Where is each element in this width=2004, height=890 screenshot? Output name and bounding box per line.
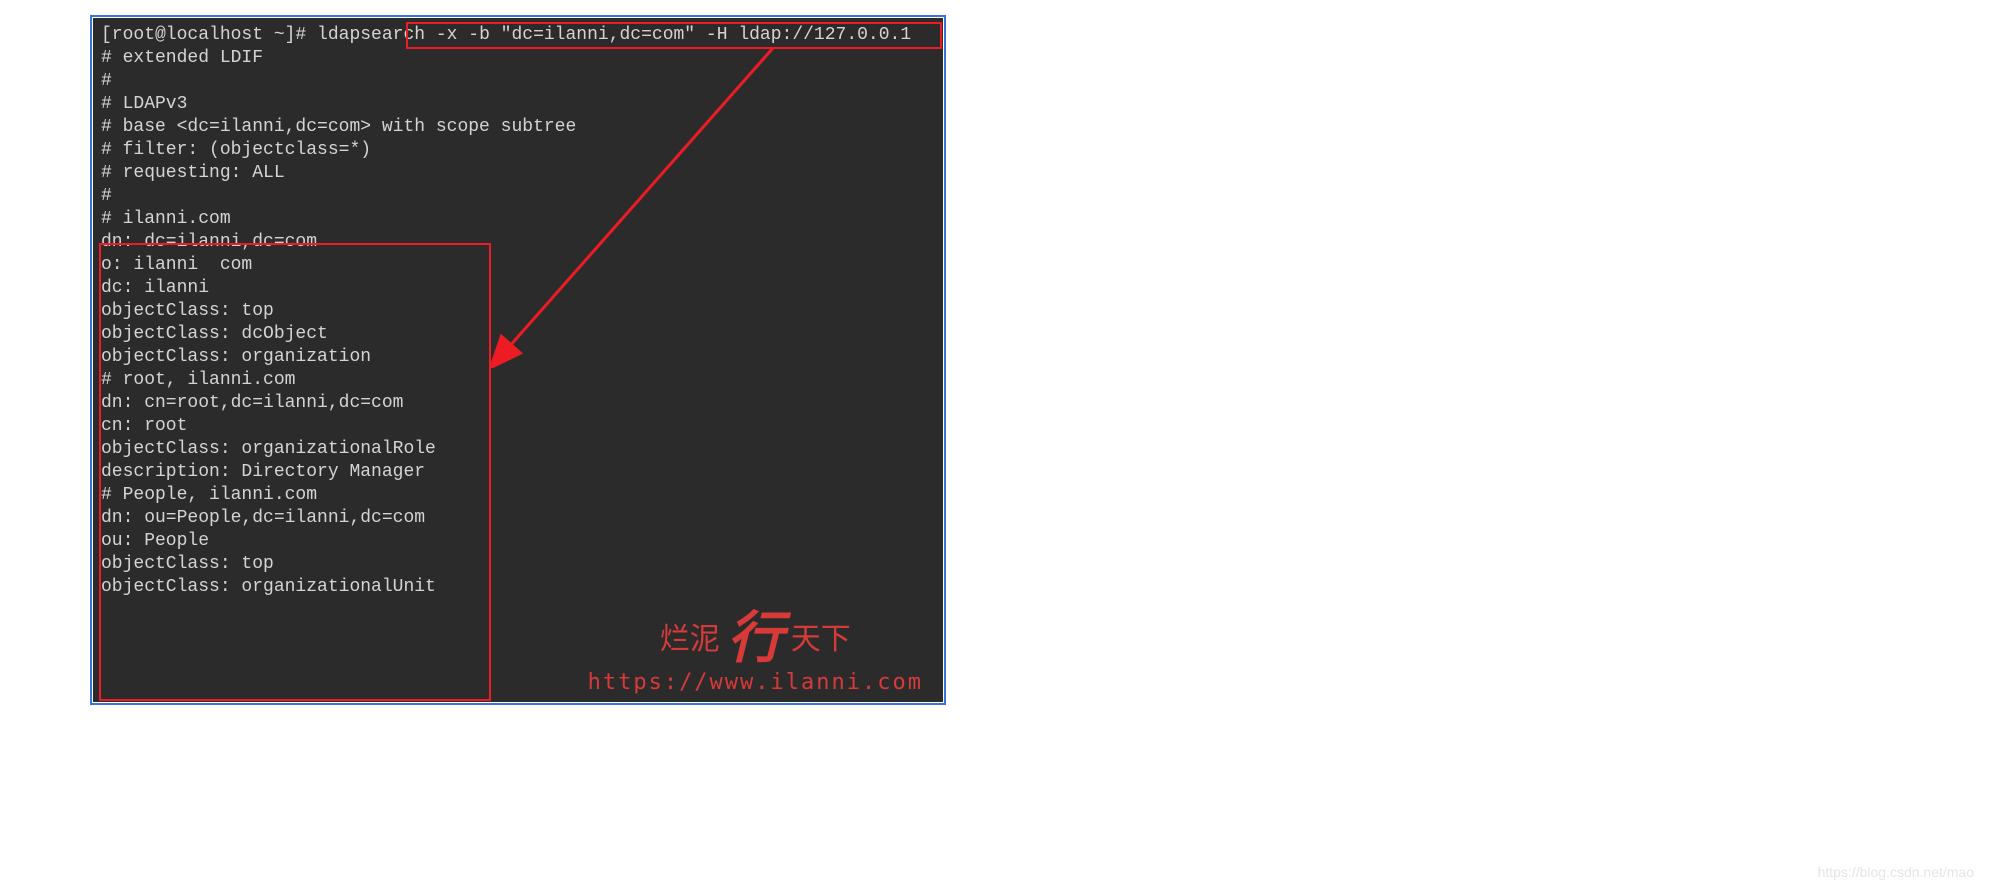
prompt-line: [root@localhost ~]# ldapsearch -x -b "dc… — [101, 24, 935, 47]
watermark-text-left: 烂泥 — [660, 623, 720, 656]
terminal-window: [root@localhost ~]# ldapsearch -x -b "dc… — [90, 15, 946, 705]
ldif-result-line-16: ou: People — [101, 530, 935, 553]
ldif-result-line-8: # root, ilanni.com — [101, 369, 935, 392]
ldif-result-line-2: o: ilanni com — [101, 254, 935, 277]
ldif-header-line-1: # — [101, 70, 935, 93]
ldif-result-line-9: dn: cn=root,dc=ilanni,dc=com — [101, 392, 935, 415]
ldif-result-line-5: objectClass: dcObject — [101, 323, 935, 346]
ldif-result-line-14: # People, ilanni.com — [101, 484, 935, 507]
watermark-text-right: 天下 — [791, 623, 851, 656]
ldif-result-line-4: objectClass: top — [101, 300, 935, 323]
shell-command: ldapsearch -x -b "dc=ilanni,dc=com" -H l… — [317, 25, 911, 45]
ldif-result-line-10: cn: root — [101, 415, 935, 438]
ldif-result-line-0: # ilanni.com — [101, 208, 935, 231]
watermark-text-center: 行 — [727, 608, 783, 670]
ldif-result-line-18: objectClass: organizationalUnit — [101, 576, 935, 599]
ldif-header-line-6: # — [101, 185, 935, 208]
terminal-screen[interactable]: [root@localhost ~]# ldapsearch -x -b "dc… — [93, 18, 943, 702]
ldif-result-line-12: description: Directory Manager — [101, 461, 935, 484]
ldif-result-line-17: objectClass: top — [101, 553, 935, 576]
ldif-header-line-3: # base <dc=ilanni,dc=com> with scope sub… — [101, 116, 935, 139]
ldif-result-line-6: objectClass: organization — [101, 346, 935, 369]
shell-prompt: [root@localhost ~]# — [101, 25, 317, 45]
ldif-result-line-3: dc: ilanni — [101, 277, 935, 300]
ldif-header-line-4: # filter: (objectclass=*) — [101, 139, 935, 162]
ldif-result-line-11: objectClass: organizationalRole — [101, 438, 935, 461]
blog-watermark: 烂泥 行 天下 https://www.ilanni.com — [588, 611, 923, 694]
ldif-result-line-1: dn: dc=ilanni,dc=com — [101, 231, 935, 254]
ldif-header-line-2: # LDAPv3 — [101, 93, 935, 116]
ldif-result-line-15: dn: ou=People,dc=ilanni,dc=com — [101, 507, 935, 530]
csdn-watermark: https://blog.csdn.net/mao — [1818, 864, 1974, 880]
ldif-header-line-5: # requesting: ALL — [101, 162, 935, 185]
ldif-header-line-0: # extended LDIF — [101, 47, 935, 70]
watermark-url: https://www.ilanni.com — [588, 671, 923, 694]
